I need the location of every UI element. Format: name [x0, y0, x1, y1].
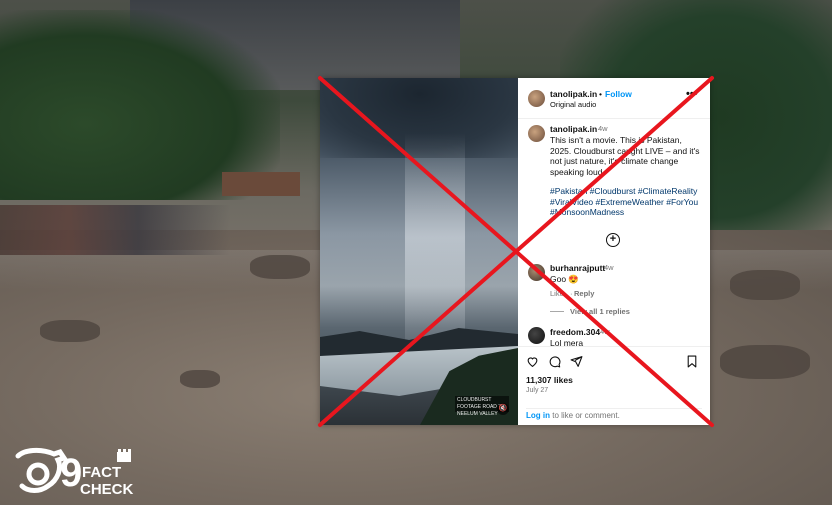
post-date: July 27 — [526, 387, 549, 394]
audio-label[interactable]: Original audio — [550, 100, 596, 109]
caption-time: 4w — [598, 124, 608, 133]
share-icon[interactable] — [570, 355, 583, 371]
comment-username[interactable]: freedom.304 — [550, 327, 600, 337]
heart-icon[interactable] — [526, 355, 539, 371]
background-rock — [250, 255, 310, 279]
likes-count[interactable]: 11,307 likes — [526, 375, 573, 385]
background-crowd — [0, 205, 230, 255]
background-rock — [40, 320, 100, 342]
logo-check: CHECK — [80, 481, 134, 498]
comment-reply-link[interactable]: Reply — [574, 289, 594, 298]
background-rock — [730, 270, 800, 300]
follow-button[interactable]: Follow — [605, 89, 632, 99]
view-replies-link[interactable]: View all 1 replies — [570, 307, 630, 316]
background-hut — [222, 172, 300, 196]
comment-separator: · — [570, 289, 573, 298]
caption-hashtags[interactable]: #Pakistan #Cloudburst #ClimateReality #V… — [550, 186, 700, 218]
load-more-comments-icon[interactable]: + — [606, 233, 620, 247]
replies-divider — [550, 311, 564, 312]
logo-number: 9 — [60, 451, 82, 495]
separator-dot: • — [599, 89, 602, 99]
video-rain-shaft — [405, 133, 465, 343]
caption-username[interactable]: tanolipak.in — [550, 124, 597, 134]
caption-text: This isn't a movie. This is Pakistan, 20… — [550, 135, 700, 177]
post-actions: 11,307 likes July 27 Log in to like or c… — [518, 346, 710, 425]
background-rock — [180, 370, 220, 388]
avatar[interactable] — [528, 264, 545, 281]
background-rock — [720, 345, 810, 379]
factcheck-logo: 9 FACT CHECK — [14, 446, 134, 498]
post-sidebar: tanolipak.in • Follow Original audio •••… — [518, 78, 710, 425]
bookmark-icon[interactable] — [686, 355, 698, 371]
post-video[interactable]: CLOUDBURST FOOTAGE ROAD TO NEELUM VALLEY… — [320, 78, 518, 425]
post-header: tanolipak.in • Follow Original audio ••• — [518, 78, 710, 119]
more-options-icon[interactable]: ••• — [686, 88, 698, 100]
post-username[interactable]: tanolipak.in — [550, 89, 597, 99]
comment-icon[interactable] — [548, 355, 561, 371]
comment-text: Goo 😍 — [550, 274, 580, 284]
logo-fact: FACT — [82, 464, 121, 481]
comment-time: 4w — [604, 263, 614, 272]
comment-time: 4w — [600, 327, 610, 336]
avatar[interactable] — [528, 90, 545, 107]
avatar[interactable] — [528, 327, 545, 344]
login-text: to like or comment. — [550, 411, 620, 420]
mute-icon[interactable]: 🔇 — [497, 403, 509, 415]
avatar[interactable] — [528, 125, 545, 142]
login-link[interactable]: Log in — [526, 411, 550, 420]
comment-like-link[interactable]: Like — [550, 289, 564, 298]
login-prompt: Log in to like or comment. — [526, 408, 702, 420]
instagram-post-card: CLOUDBURST FOOTAGE ROAD TO NEELUM VALLEY… — [320, 78, 710, 425]
comment-username[interactable]: burhanrajputt — [550, 263, 605, 273]
